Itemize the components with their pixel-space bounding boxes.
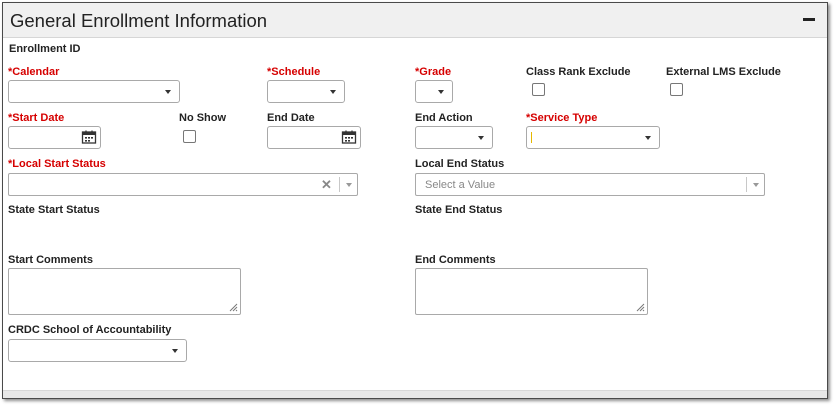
calendar-icon[interactable] [79,128,99,147]
chevron-down-icon [478,136,484,140]
start-comments-label: Start Comments [8,254,93,266]
chevron-down-icon [438,90,444,94]
enrollment-id-label: Enrollment ID [9,43,81,55]
close-icon[interactable]: ✕ [321,177,332,193]
service-type-label: *Service Type [526,112,598,124]
external-lms-exclude-checkbox[interactable] [670,83,683,96]
start-comments-textarea[interactable] [8,268,241,315]
enrollment-panel: General Enrollment Information Enrollmen… [2,2,828,399]
local-start-status-combobox[interactable]: ✕ [8,173,358,196]
local-start-status-label: *Local Start Status [8,158,106,170]
panel-header: General Enrollment Information [3,3,827,38]
chevron-down-icon [172,349,178,353]
panel-footer [3,390,827,398]
crdc-school-label: CRDC School of Accountability [8,324,172,336]
resize-grip-icon[interactable] [229,303,238,312]
end-comments-textarea[interactable] [415,268,648,315]
combo-divider [339,177,340,192]
service-type-select[interactable] [526,126,660,149]
grade-select[interactable] [415,80,453,103]
schedule-label: *Schedule [267,66,321,78]
no-show-checkbox[interactable] [183,130,196,143]
calendar-icon[interactable] [339,128,359,147]
chevron-down-icon [165,90,171,94]
calendar-label: *Calendar [8,66,60,78]
end-action-label: End Action [415,112,473,124]
chevron-down-icon [330,90,336,94]
resize-grip-icon[interactable] [636,303,645,312]
crdc-school-select[interactable] [8,339,187,362]
start-date-input[interactable] [8,126,101,149]
text-cursor [531,132,532,143]
end-date-label: End Date [267,112,315,124]
panel-title: General Enrollment Information [10,10,268,31]
chevron-down-icon[interactable] [346,183,352,187]
external-lms-exclude-label: External LMS Exclude [666,66,781,78]
chevron-down-icon[interactable] [753,183,759,187]
schedule-select[interactable] [267,80,345,103]
local-end-status-label: Local End Status [415,158,505,170]
calendar-select[interactable] [8,80,180,103]
class-rank-exclude-checkbox[interactable] [532,83,545,96]
local-end-status-placeholder: Select a Value [425,179,496,191]
end-action-select[interactable] [415,126,493,149]
grade-label: *Grade [415,66,452,78]
state-end-status-label: State End Status [415,204,503,216]
minus-icon[interactable] [803,18,815,21]
state-start-status-label: State Start Status [8,204,100,216]
end-comments-label: End Comments [415,254,496,266]
end-date-input[interactable] [267,126,361,149]
start-date-label: *Start Date [8,112,65,124]
no-show-label: No Show [179,112,227,124]
combo-divider [746,177,747,192]
class-rank-exclude-label: Class Rank Exclude [526,66,631,78]
local-end-status-combobox[interactable]: Select a Value [415,173,765,196]
chevron-down-icon [645,136,651,140]
